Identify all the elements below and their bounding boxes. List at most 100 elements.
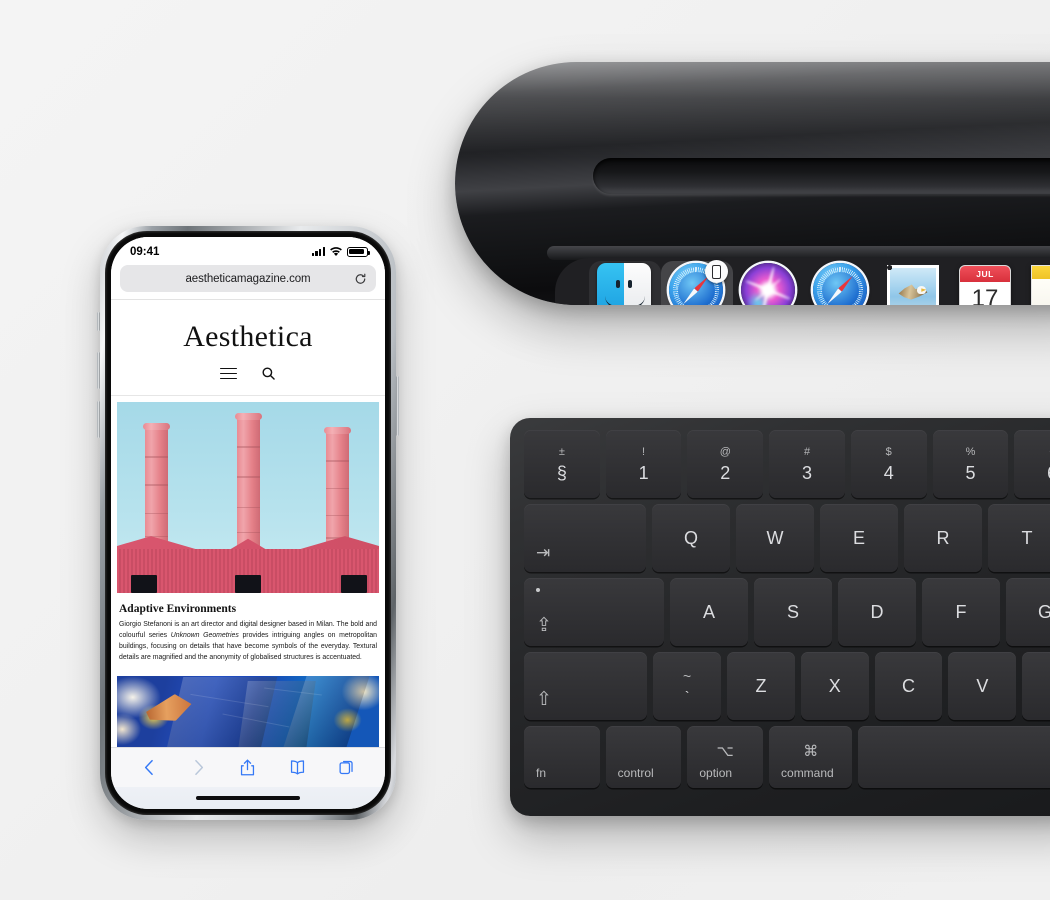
key-v[interactable]: V xyxy=(948,652,1017,720)
site-masthead: Aesthetica xyxy=(111,300,385,362)
safari-address-bar-area: aestheticamagazine.com xyxy=(111,263,385,300)
wifi-icon xyxy=(330,247,342,257)
key-r[interactable]: R xyxy=(904,504,982,572)
key-shift[interactable]: ⇧ xyxy=(524,652,648,720)
siri-icon xyxy=(741,263,797,305)
webpage-content: Aesthetica Adaptive Environments Giorgio… xyxy=(111,300,385,747)
key-option[interactable]: ⌥ option xyxy=(687,726,764,788)
book-icon[interactable] xyxy=(289,758,306,777)
dock-item-siri[interactable] xyxy=(733,261,805,305)
article-block: Adaptive Environments Giorgio Stefanoni … xyxy=(111,593,385,672)
key-b[interactable]: B xyxy=(1022,652,1050,720)
dock-item-notes[interactable] xyxy=(1021,261,1050,305)
key-f[interactable]: F xyxy=(922,578,1000,646)
search-icon[interactable] xyxy=(261,366,276,381)
iphone-handoff-badge xyxy=(705,260,728,283)
key-1[interactable]: ! 1 xyxy=(605,430,682,498)
key-legend-top: @ xyxy=(719,445,731,458)
key-section[interactable]: ± § xyxy=(524,430,600,498)
reload-icon[interactable] xyxy=(354,272,367,285)
key-legend: option xyxy=(699,766,733,780)
status-indicators xyxy=(311,246,370,257)
key-s[interactable]: S xyxy=(754,578,832,646)
key-legend-top: ~ xyxy=(683,668,692,684)
dock-item-finder[interactable] xyxy=(589,261,661,305)
device-gloss-highlight xyxy=(455,62,1050,158)
key-legend-bottom: ` xyxy=(684,688,690,704)
key-g[interactable]: G xyxy=(1006,578,1050,646)
key-fn[interactable]: fn xyxy=(524,726,600,788)
key-2[interactable]: @ 2 xyxy=(687,430,764,498)
dock-item-calendar[interactable]: JUL 17 xyxy=(949,261,1021,305)
iphone-bezel: 09:41 aestheticamagazine.com Aesthetica … xyxy=(105,231,391,815)
key-legend-bottom: 2 xyxy=(720,462,731,483)
key-6[interactable]: ^ 6 xyxy=(1014,430,1050,498)
key-legend-bottom: 3 xyxy=(802,462,813,483)
key-5[interactable]: % 5 xyxy=(932,430,1009,498)
key-c[interactable]: C xyxy=(874,652,943,720)
side-power-button[interactable] xyxy=(396,376,399,436)
key-control[interactable]: control xyxy=(605,726,682,788)
key-legend-bottom: 4 xyxy=(883,462,894,483)
factory-opening-2 xyxy=(235,574,261,593)
factory-roof xyxy=(117,533,379,593)
key-x[interactable]: X xyxy=(800,652,869,720)
article-second-image xyxy=(117,675,379,747)
factory-opening-1 xyxy=(131,574,157,593)
key-legend-bottom: 1 xyxy=(638,462,649,483)
finder-icon xyxy=(597,263,653,305)
key-tab[interactable]: ⇥ xyxy=(524,504,646,572)
chevron-left-icon[interactable] xyxy=(141,758,158,777)
volume-up-button[interactable] xyxy=(97,352,100,389)
tabs-icon[interactable] xyxy=(338,758,355,777)
key-caps-lock[interactable]: ⇪ xyxy=(524,578,664,646)
status-bar: 09:41 xyxy=(111,237,385,263)
key-command[interactable]: ⌘ command xyxy=(769,726,853,788)
factory-opening-3 xyxy=(341,574,367,593)
key-legend: control xyxy=(617,766,654,780)
chevron-right-icon[interactable] xyxy=(190,758,207,777)
magic-keyboard: ± § ! 1 @ 2 # 3 $ 4 % 5 ^ 6 ⇥ xyxy=(510,418,1050,816)
hamburger-menu-icon[interactable] xyxy=(220,367,237,380)
key-legend: X xyxy=(828,676,841,696)
key-z[interactable]: Z xyxy=(727,652,795,720)
key-d[interactable]: D xyxy=(838,578,916,646)
key-q[interactable]: Q xyxy=(652,504,730,572)
key-space[interactable] xyxy=(858,726,1050,788)
safari-bottom-toolbar xyxy=(111,747,385,787)
keyboard-row-shift: ⇧ ~ ` Z X C V B xyxy=(524,652,1050,720)
dock-item-safari-handoff[interactable] xyxy=(661,260,733,305)
keyboard-row-qwerty: ⇥ Q W E R T xyxy=(524,504,1050,572)
device-groove xyxy=(593,158,1050,194)
article-body-italic: Unknown Geometries xyxy=(170,632,239,640)
key-legend: W xyxy=(766,528,784,548)
calendar-day: 17 xyxy=(971,285,999,305)
site-nav-row xyxy=(111,362,385,396)
key-a[interactable]: A xyxy=(670,578,748,646)
key-grave[interactable]: ~ ` xyxy=(653,652,722,720)
key-legend: E xyxy=(852,528,865,548)
battery-icon xyxy=(347,246,370,257)
address-bar[interactable]: aestheticamagazine.com xyxy=(120,265,376,292)
key-legend: S xyxy=(786,602,799,622)
key-legend-top: ± xyxy=(558,445,565,458)
key-3[interactable]: # 3 xyxy=(769,430,845,498)
key-legend: V xyxy=(976,676,989,696)
key-legend-top: ! xyxy=(642,445,646,458)
key-t[interactable]: T xyxy=(988,504,1050,572)
key-e[interactable]: E xyxy=(820,504,898,572)
volume-down-button[interactable] xyxy=(97,401,100,438)
key-legend-top: # xyxy=(803,445,811,458)
share-icon[interactable] xyxy=(239,758,256,777)
article-body: Giorgio Stefanoni is an art director and… xyxy=(119,619,377,664)
dock-item-safari[interactable] xyxy=(805,261,877,305)
dock-item-mail[interactable] xyxy=(877,261,949,305)
mute-switch[interactable] xyxy=(97,312,100,331)
home-indicator-area xyxy=(111,787,385,809)
home-indicator-bar[interactable] xyxy=(196,796,300,800)
shift-icon: ⇧ xyxy=(536,689,552,710)
key-4[interactable]: $ 4 xyxy=(850,430,927,498)
key-legend-top: $ xyxy=(885,445,892,458)
option-glyph-icon: ⌥ xyxy=(716,743,734,760)
key-w[interactable]: W xyxy=(736,504,814,572)
